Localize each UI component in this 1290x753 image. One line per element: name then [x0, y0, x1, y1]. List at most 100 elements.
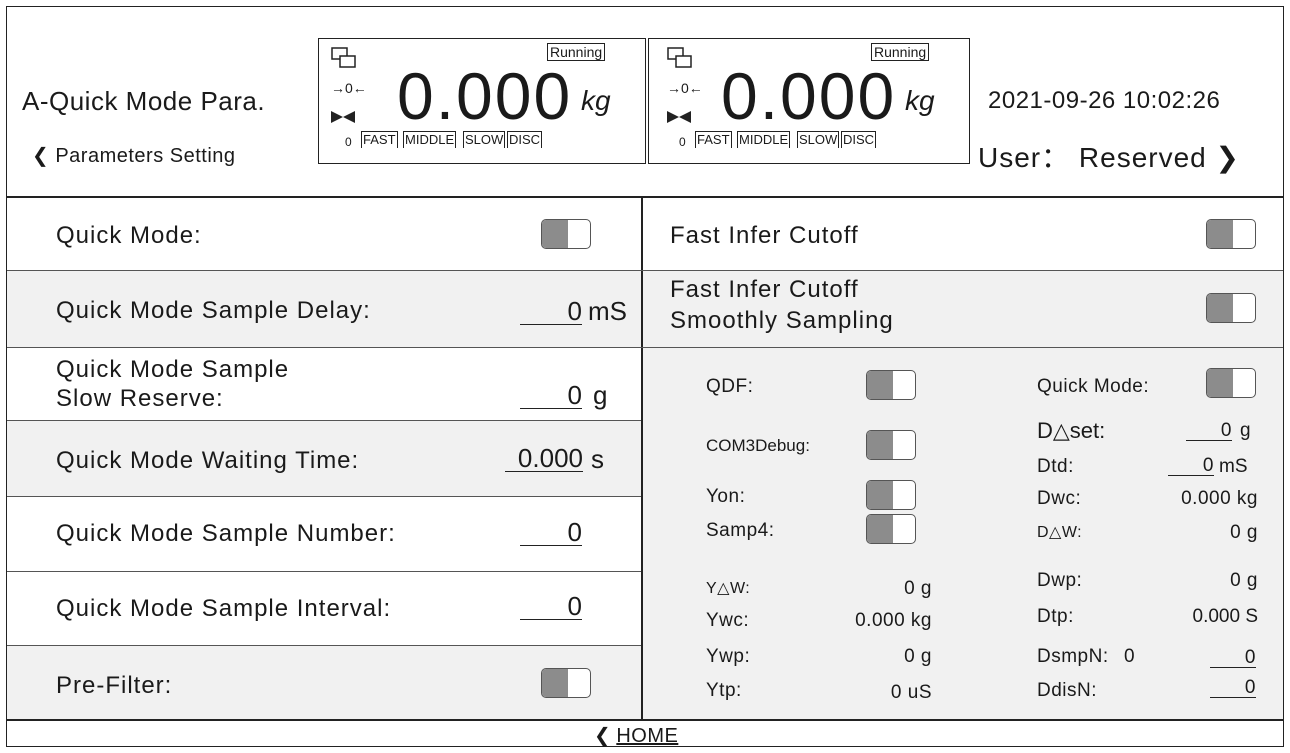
qdf-toggle[interactable] — [866, 370, 916, 400]
weight-unit: kg — [905, 85, 935, 116]
monitor-icon — [667, 47, 692, 68]
user-label: User： Reserved — [978, 142, 1207, 173]
ytp-label: Ytp: — [706, 680, 742, 701]
ddw-value: 0 g — [1230, 522, 1258, 543]
ywc-value: 0.000 kg — [855, 610, 932, 631]
zero-indicator: →0← — [331, 80, 367, 96]
stable-indicator-icon — [667, 111, 691, 123]
sample-interval-label: Quick Mode Sample Interval: — [56, 595, 392, 622]
dtp-value: 0.000 S — [1192, 606, 1259, 627]
tick-label: 0 — [345, 135, 352, 149]
dwc-value: 0.000 kg — [1181, 488, 1258, 509]
weight-value: 0.000 — [397, 59, 573, 133]
ddisn-input[interactable]: 0 — [1210, 678, 1256, 698]
dset-unit: g — [1240, 420, 1252, 441]
dwp-label: Dwp: — [1037, 570, 1083, 591]
stable-indicator-icon — [331, 111, 355, 123]
smooth-sampling-label-line2: Smoothly Sampling — [670, 307, 894, 334]
com3debug-toggle[interactable] — [866, 430, 916, 460]
weight-value: 0.000 — [721, 59, 897, 133]
row-divider — [7, 420, 641, 421]
dsmpn-count: 0 — [1124, 646, 1136, 667]
sample-number-input[interactable]: 0 — [520, 519, 582, 546]
waiting-time-label: Quick Mode Waiting Time: — [56, 447, 360, 474]
dset-label: D△set: — [1037, 418, 1106, 443]
segment-slow: SLOW — [463, 131, 506, 148]
monitor-icon — [331, 47, 356, 68]
segment-disc: DISC — [507, 131, 543, 148]
row-divider — [7, 645, 641, 646]
row-divider — [7, 270, 1283, 271]
smooth-sampling-label-line1: Fast Infer Cutoff — [670, 276, 859, 303]
segment-disc: DISC — [841, 131, 877, 148]
slow-reserve-label-line1: Quick Mode Sample — [56, 356, 290, 383]
home-link[interactable]: ❮ HOME — [594, 723, 678, 748]
dsmpn-label: DsmpN: — [1037, 646, 1109, 667]
pre-filter-label: Pre-Filter: — [56, 672, 173, 699]
fast-infer-cutoff-label: Fast Infer Cutoff — [670, 222, 859, 249]
diag-quick-mode-toggle[interactable] — [1206, 368, 1256, 398]
ydw-value: 0 g — [904, 578, 932, 599]
ydw-label: Y△W: — [706, 580, 751, 597]
com3debug-label: COM3Debug: — [706, 436, 810, 455]
header-divider — [6, 196, 1284, 198]
back-to-parameters-link[interactable]: ❮ Parameters Setting — [32, 143, 236, 168]
slow-reserve-label-line2: Slow Reserve: — [56, 385, 224, 412]
user-link[interactable]: User： Reserved ❯ — [978, 136, 1240, 176]
page-title: A-Quick Mode Para. — [22, 86, 266, 116]
ywp-value: 0 g — [904, 646, 932, 667]
datetime: 2021-09-26 10:02:26 — [988, 87, 1221, 114]
tick-label: 0 — [679, 135, 686, 149]
back-link-label: Parameters Setting — [55, 145, 236, 167]
row-divider — [7, 571, 641, 572]
segment-middle: MIDDLE — [737, 131, 791, 148]
chevron-left-icon: ❮ — [32, 145, 50, 167]
ddw-label: D△W: — [1037, 524, 1083, 541]
dwc-label: Dwc: — [1037, 488, 1082, 509]
dtd-unit: mS — [1219, 456, 1248, 477]
weight-unit: kg — [581, 85, 611, 116]
samp4-label: Samp4: — [706, 520, 775, 541]
dtd-label: Dtd: — [1037, 456, 1074, 477]
row-divider — [7, 347, 1283, 348]
ytp-value: 0 uS — [890, 682, 932, 703]
dtd-input[interactable]: 0 — [1168, 456, 1214, 476]
waiting-time-input[interactable]: 0.000 — [505, 445, 583, 472]
chevron-left-icon: ❮ — [594, 725, 611, 747]
home-label: HOME — [616, 725, 679, 747]
footer-divider — [6, 719, 1284, 721]
quick-mode-toggle[interactable] — [541, 219, 591, 249]
dset-input[interactable]: 0 — [1186, 421, 1232, 441]
zero-indicator: →0← — [667, 80, 703, 96]
segment-middle: MIDDLE — [403, 131, 457, 148]
waiting-time-unit: s — [591, 444, 605, 474]
dwp-value: 0 g — [1230, 570, 1258, 591]
column-divider — [641, 196, 643, 720]
qdf-label: QDF: — [706, 376, 754, 397]
smooth-sampling-toggle[interactable] — [1206, 293, 1256, 323]
quick-mode-label: Quick Mode: — [56, 222, 202, 249]
yon-label: Yon: — [706, 486, 746, 507]
row-divider — [7, 496, 641, 497]
sample-delay-input[interactable]: 0 — [520, 298, 582, 325]
sample-delay-unit: mS — [588, 296, 627, 326]
ddisn-label: DdisN: — [1037, 680, 1098, 701]
sample-number-label: Quick Mode Sample Number: — [56, 520, 396, 547]
diag-quick-mode-label: Quick Mode: — [1037, 376, 1150, 397]
dsmpn-input[interactable]: 0 — [1210, 648, 1256, 668]
weight-display-2: →0← 0 Running 0.000 kg FAST MIDDLE SLOW … — [648, 38, 970, 164]
chevron-right-icon: ❯ — [1215, 142, 1240, 173]
slow-reserve-unit: g — [593, 380, 609, 410]
dtp-label: Dtp: — [1037, 606, 1074, 627]
weight-display-1: →0← 0 Running 0.000 kg FAST MIDDLE SLOW … — [318, 38, 646, 164]
sample-delay-label: Quick Mode Sample Delay: — [56, 297, 371, 324]
fast-infer-cutoff-toggle[interactable] — [1206, 219, 1256, 249]
sample-interval-input[interactable]: 0 — [520, 593, 582, 620]
ywp-label: Ywp: — [706, 646, 751, 667]
yon-toggle[interactable] — [866, 480, 916, 510]
samp4-toggle[interactable] — [866, 514, 916, 544]
segment-fast: FAST — [695, 131, 732, 148]
slow-reserve-input[interactable]: 0 — [520, 382, 582, 409]
segment-fast: FAST — [361, 131, 398, 148]
pre-filter-toggle[interactable] — [541, 668, 591, 698]
